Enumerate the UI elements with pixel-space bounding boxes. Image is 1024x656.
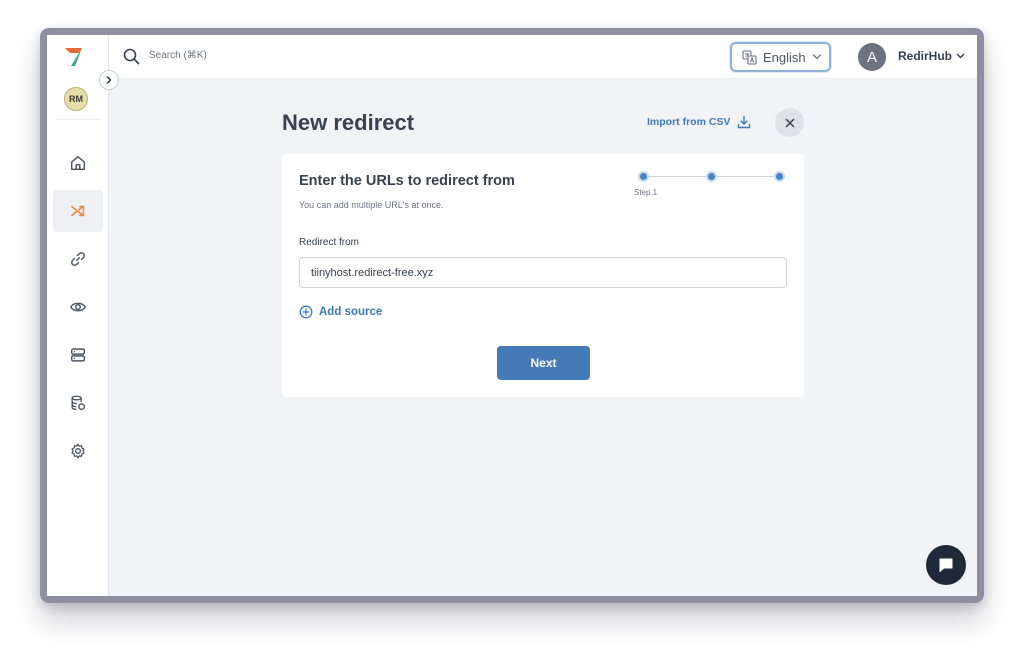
chat-widget-button[interactable] — [926, 545, 966, 585]
link-icon — [71, 252, 85, 266]
app-window: RM Search (⌘K) English A RedirHub New re… — [47, 35, 977, 596]
download-icon — [738, 115, 751, 129]
step-dot-2 — [706, 171, 717, 182]
shuffle-icon — [70, 205, 85, 217]
page-title: New redirect — [282, 110, 415, 135]
sidebar-divider — [55, 119, 101, 120]
language-label: English — [763, 49, 806, 65]
chevron-right-icon — [106, 76, 112, 84]
card-subtitle: You can add multiple URL's at once. — [299, 200, 444, 210]
chat-icon — [939, 558, 953, 572]
server-icon — [70, 348, 86, 362]
database-icon — [71, 395, 85, 410]
add-source-button[interactable]: Add source — [299, 305, 382, 319]
home-icon — [70, 155, 86, 171]
sidebar-item-home[interactable] — [53, 142, 103, 184]
sidebar-toggle-button[interactable] — [99, 70, 119, 90]
chevron-down-icon — [812, 54, 821, 60]
language-selector[interactable]: English — [730, 42, 831, 72]
step-label: Step 1 — [634, 188, 658, 197]
search-input[interactable]: Search (⌘K) — [149, 50, 207, 61]
sidebar-item-data[interactable] — [53, 382, 103, 424]
translate-icon — [742, 49, 757, 65]
step-dot-3 — [774, 171, 785, 182]
step-dot-1 — [638, 171, 649, 182]
gear-icon — [71, 443, 85, 459]
plus-circle-icon — [299, 305, 313, 319]
sidebar-item-links[interactable] — [53, 238, 103, 280]
stepper-line — [714, 176, 776, 177]
next-button[interactable]: Next — [497, 346, 590, 380]
user-avatar[interactable]: A — [858, 43, 886, 71]
top-bar: Search (⌘K) English A RedirHub — [109, 35, 977, 79]
search-icon[interactable] — [123, 48, 140, 65]
stepper-line — [646, 176, 708, 177]
close-icon — [785, 118, 794, 127]
sidebar-item-redirects[interactable] — [53, 190, 103, 232]
app-logo[interactable] — [63, 45, 85, 69]
sidebar-item-monitoring[interactable] — [53, 286, 103, 328]
user-menu-name[interactable]: RedirHub — [898, 49, 952, 63]
sidebar-item-hosts[interactable] — [53, 334, 103, 376]
close-button[interactable] — [775, 108, 804, 137]
add-source-label: Add source — [319, 306, 383, 318]
redirect-from-input[interactable]: tiinyhost.redirect-free.xyz — [299, 257, 787, 288]
sidebar-item-settings[interactable] — [53, 430, 103, 472]
progress-stepper: Step 1 — [634, 170, 788, 200]
redirect-from-label: Redirect from — [299, 237, 360, 248]
workspace-avatar[interactable]: RM — [64, 87, 88, 111]
card-title: Enter the URLs to redirect from — [299, 173, 515, 189]
import-csv-label: Import from CSV — [647, 116, 731, 128]
chevron-down-icon[interactable] — [956, 52, 965, 61]
redirect-source-card: Enter the URLs to redirect from You can … — [282, 154, 804, 397]
eye-icon — [69, 302, 87, 312]
sidebar: RM — [47, 35, 109, 596]
import-csv-link[interactable]: Import from CSV — [647, 115, 751, 129]
